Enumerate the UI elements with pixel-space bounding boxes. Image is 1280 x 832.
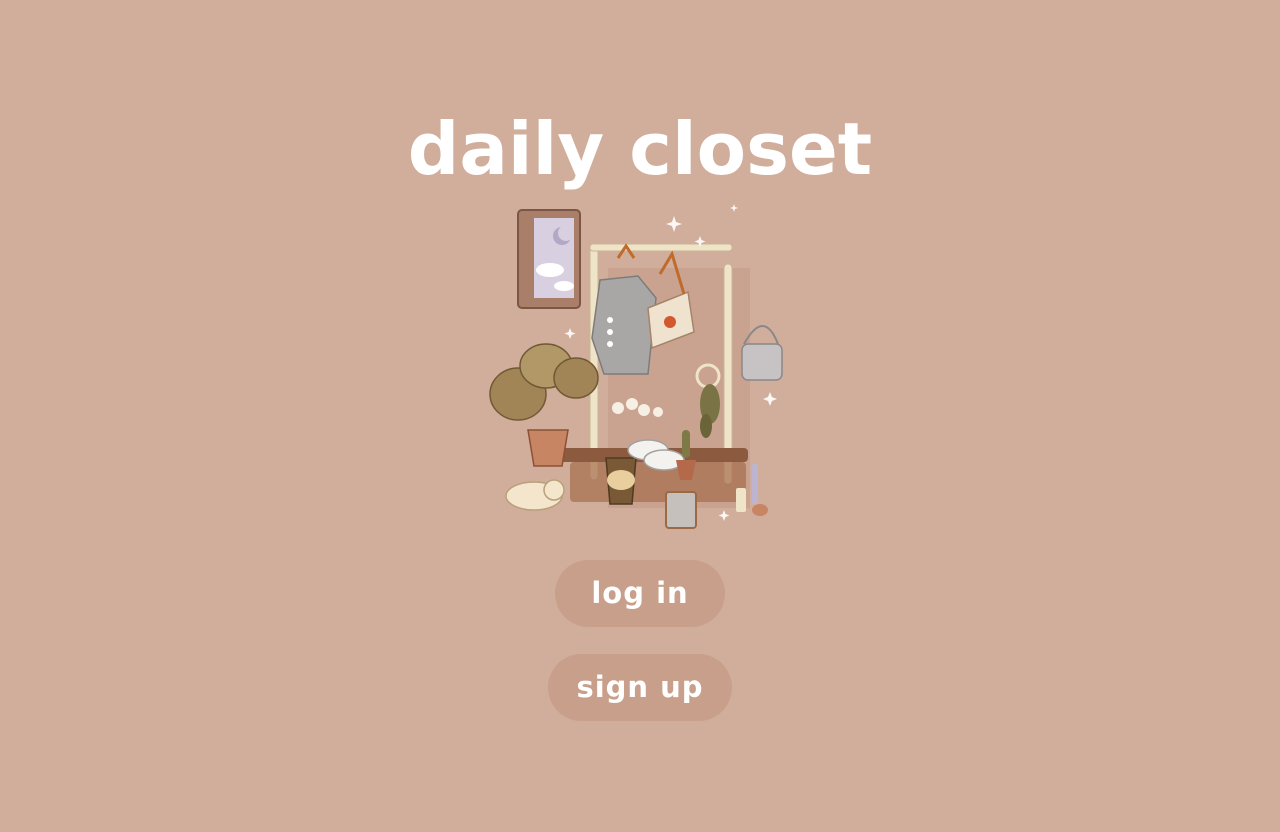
signup-button[interactable]: sign up: [548, 654, 732, 721]
closet-room-illustration: [489, 204, 783, 529]
lantern-icon: [665, 491, 697, 529]
app-title: daily closet: [407, 107, 873, 191]
login-button[interactable]: log in: [555, 560, 725, 627]
hoodie-icon: [591, 243, 657, 375]
monstera-plant-icon: [489, 343, 599, 467]
sleeping-cat-icon: [505, 479, 565, 511]
landing-page: daily closet log in sign up: [0, 0, 1280, 832]
window-icon: [517, 209, 581, 309]
